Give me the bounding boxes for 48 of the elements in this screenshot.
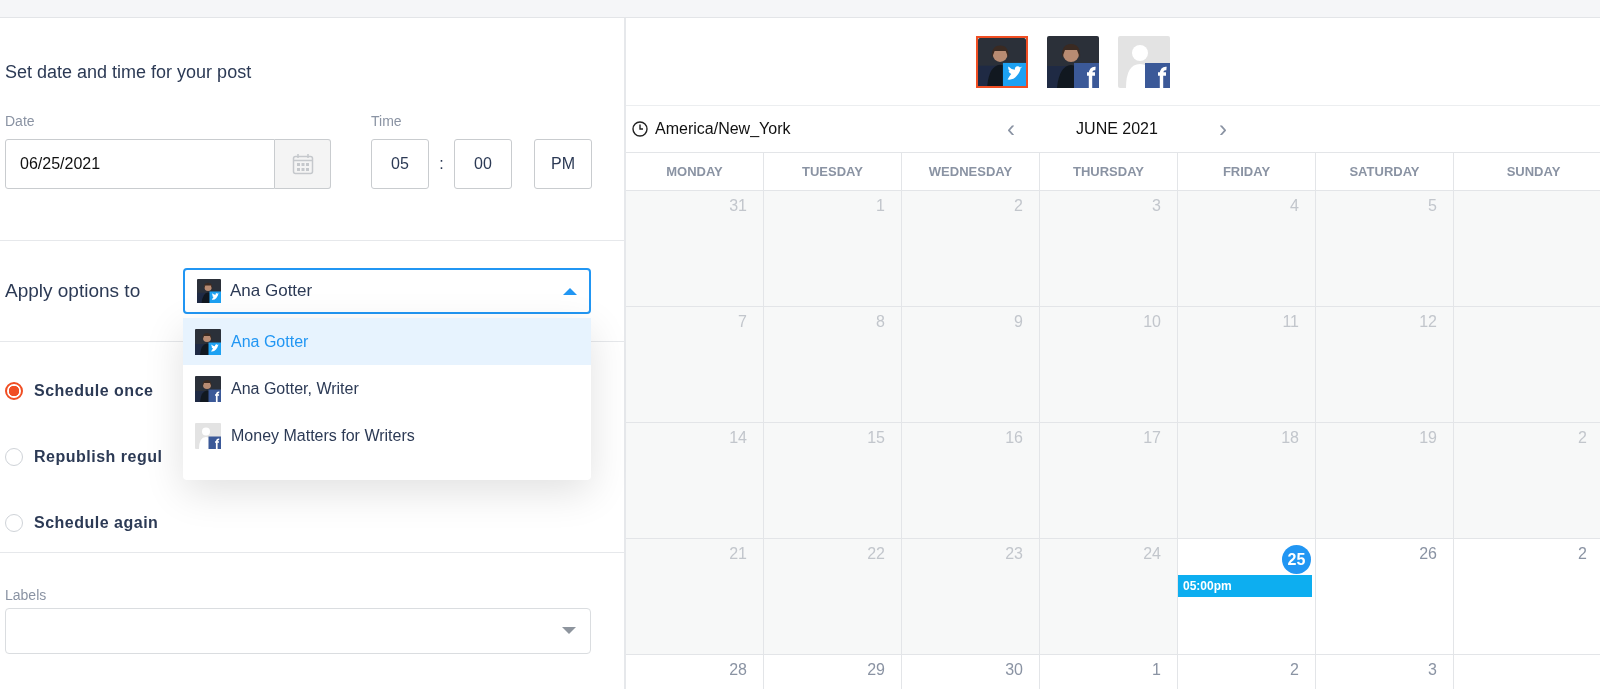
day-number: 3 — [1428, 661, 1437, 680]
time-separator: : — [438, 155, 445, 173]
calendar-button[interactable] — [275, 139, 331, 189]
profile-option[interactable]: Money Matters for Writers — [183, 412, 591, 459]
apply-label: Apply options to — [5, 280, 142, 302]
avatar-icon — [195, 328, 221, 355]
day-number: 30 — [1005, 661, 1023, 680]
radio-label: Schedule again — [34, 514, 159, 532]
avatar-icon — [195, 422, 221, 449]
day-number: 29 — [867, 661, 885, 680]
profile-option[interactable]: Ana Gotter — [183, 318, 591, 365]
clock-icon — [632, 121, 648, 137]
date-field[interactable]: 06/25/2021 — [5, 139, 275, 189]
meridiem-field[interactable]: PM — [534, 139, 592, 189]
day-cell[interactable]: 25 05:00pm — [1178, 539, 1316, 655]
calendar-icon — [291, 153, 314, 175]
previous-month-button[interactable]: ‹ — [996, 115, 1026, 143]
month-title: JUNE 2021 — [1075, 120, 1159, 138]
caret-icon — [563, 287, 577, 295]
minute-field[interactable]: 00 — [454, 139, 512, 189]
hour-field[interactable]: 05 — [371, 139, 429, 189]
labels-label: Labels — [5, 587, 48, 603]
day-number: 26 — [1419, 545, 1437, 564]
day-number: 25 — [1282, 545, 1311, 574]
profile-avatar[interactable] — [1118, 35, 1170, 88]
date-label: Date — [5, 113, 36, 129]
day-number: 2 — [1290, 661, 1299, 680]
profile-option[interactable]: Ana Gotter, Writer — [183, 365, 591, 412]
day-number: 1 — [1152, 661, 1161, 680]
caret-icon — [562, 627, 576, 635]
profile-select[interactable]: Ana Gotter — [183, 268, 591, 314]
avatar-icon — [195, 375, 221, 402]
timezone-label: America/New_York — [655, 120, 791, 138]
radio-label: Republish regul — [34, 448, 163, 466]
section-heading: Set date and time for your post — [5, 62, 253, 83]
avatar-icon — [197, 279, 221, 303]
radio-label: Schedule once — [34, 382, 154, 400]
day-cell[interactable]: 26 — [1316, 539, 1454, 655]
day-number: 28 — [729, 661, 747, 680]
day-number: 2 — [1578, 545, 1587, 564]
radio-button[interactable] — [5, 382, 23, 400]
profile-avatar[interactable] — [1047, 35, 1099, 88]
labels-select[interactable] — [5, 608, 591, 654]
day-cell[interactable] — [1454, 191, 1600, 307]
next-month-button[interactable]: › — [1208, 115, 1238, 143]
time-label: Time — [371, 113, 403, 129]
scheduled-post[interactable]: 05:00pm — [1178, 575, 1312, 597]
profile-avatar[interactable] — [976, 35, 1028, 88]
